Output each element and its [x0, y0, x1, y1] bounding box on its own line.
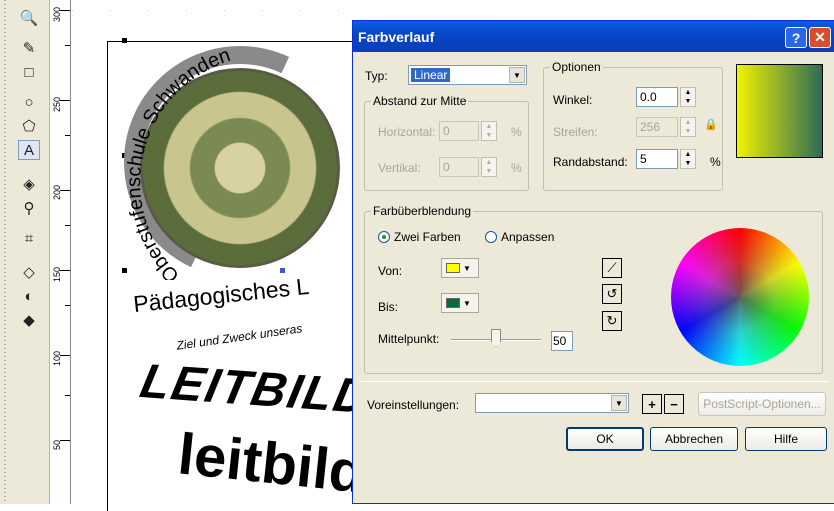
vertical-ruler: 300 250 200 150 100 50 [51, 0, 71, 504]
horizontal-label: Horizontal: [378, 125, 436, 139]
cancel-button[interactable]: Abbrechen [650, 427, 738, 451]
horizontal-field[interactable]: 0 [439, 121, 479, 141]
typ-label: Typ: [365, 69, 388, 83]
logo-arc-text: Oberstufenschule Schwanden [123, 44, 233, 280]
optionen-group-title: Optionen [550, 60, 603, 74]
von-color-picker[interactable]: ▼ [441, 258, 479, 278]
typ-select[interactable]: Linear ▼ [408, 65, 527, 85]
abstand-group: Abstand zur Mitte [364, 94, 529, 191]
toolbox: 🔍 ✎ □ ○ ⬠ A ◈ ⚲ ⌗ ◇ ◐ ◆ [0, 0, 50, 504]
presets-select[interactable]: ▼ [475, 393, 629, 413]
vertikal-percent: % [511, 161, 522, 175]
bucket-tool-icon[interactable]: ◆ [18, 310, 40, 330]
ruler-label: 200 [52, 184, 62, 200]
ellipse-tool-icon[interactable]: ○ [18, 92, 40, 112]
ok-button[interactable]: OK [566, 427, 644, 451]
rand-spinner[interactable]: ▲ ▼ [680, 149, 696, 169]
winkel-spinner[interactable]: ▲ ▼ [680, 87, 696, 107]
add-preset-button[interactable]: + [642, 394, 662, 414]
rand-label: Randabstand: [553, 155, 628, 169]
two-colors-radio[interactable] [378, 231, 390, 243]
color-wheel[interactable] [671, 228, 809, 366]
vertikal-spinner[interactable]: ▲ ▼ [481, 157, 497, 177]
blend-group-title: Farbüberblendung [371, 204, 474, 218]
winkel-label: Winkel: [553, 93, 593, 107]
rand-field[interactable]: 5 [636, 149, 678, 169]
ruler-label: 150 [52, 266, 62, 282]
bis-color-picker[interactable]: ▼ [441, 293, 479, 313]
rand-percent: % [710, 155, 721, 169]
rectangle-tool-icon[interactable]: □ [18, 62, 40, 82]
help-icon[interactable]: ? [785, 27, 807, 48]
fill-tool-icon[interactable]: ◇ [18, 262, 40, 282]
lock-icon[interactable]: 🔒 [704, 118, 718, 131]
chevron-down-icon[interactable]: ▼ [611, 395, 627, 411]
dialog-titlebar[interactable]: Farbverlauf ? ✕ [353, 21, 834, 52]
postscript-options-button[interactable]: PostScript-Optionen... [698, 392, 826, 416]
vertikal-field[interactable]: 0 [439, 157, 479, 177]
streifen-spinner[interactable]: ▲ ▼ [680, 117, 696, 137]
streifen-label: Streifen: [553, 125, 598, 139]
ruler-label: 250 [52, 96, 62, 112]
gradient-preview[interactable] [736, 64, 823, 158]
presets-value [478, 396, 484, 410]
ruler-label: 300 [52, 6, 62, 22]
winkel-field[interactable]: 0.0 [636, 87, 678, 107]
mittelpunkt-label: Mittelpunkt: [378, 332, 440, 346]
ruler-label: 50 [52, 439, 62, 450]
chevron-down-icon[interactable]: ▼ [509, 67, 525, 83]
interactive-fill-tool-icon[interactable]: ◈ [18, 174, 40, 194]
von-swatch [446, 263, 460, 273]
outline-tool-icon[interactable]: ◐ [18, 286, 40, 306]
typ-value: Linear [411, 68, 451, 82]
chevron-down-icon: ▼ [463, 298, 471, 308]
gradient-fill-dialog: Farbverlauf ? ✕ Typ: Linear ▼ Abstand zu… [352, 20, 834, 504]
separator [359, 381, 829, 382]
ruler-label: 100 [52, 350, 62, 366]
help-button[interactable]: Hilfe [745, 427, 827, 451]
vertikal-label: Vertikal: [378, 161, 421, 175]
grid-dots [72, 10, 352, 11]
bis-label: Bis: [378, 300, 399, 314]
dialog-title: Farbverlauf [358, 29, 435, 45]
svg-text:Oberstufenschule Schwanden: Oberstufenschule Schwanden [123, 44, 233, 280]
presets-label: Voreinstellungen: [367, 398, 460, 412]
close-icon[interactable]: ✕ [809, 27, 831, 48]
logo-arc-textpath: Oberstufenschule Schwanden [123, 44, 233, 280]
counterclockwise-path-icon[interactable]: ↺ [602, 284, 622, 304]
custom-label[interactable]: Anpassen [501, 230, 554, 244]
von-label: Von: [378, 264, 403, 278]
mesh-tool-icon[interactable]: ⌗ [18, 228, 40, 248]
mittelpunkt-field[interactable]: 50 [551, 331, 573, 351]
horizontal-percent: % [511, 125, 522, 139]
text-tool-icon[interactable]: A [18, 140, 40, 160]
custom-radio[interactable] [485, 231, 497, 243]
polygon-tool-icon[interactable]: ⬠ [18, 116, 40, 136]
bis-swatch [446, 298, 460, 308]
clockwise-path-icon[interactable]: ↻ [602, 311, 622, 331]
direct-path-icon[interactable]: ⟋ [602, 258, 622, 278]
zoom-tool-icon[interactable]: 🔍 [18, 8, 40, 28]
abstand-group-title: Abstand zur Mitte [371, 94, 469, 108]
chevron-down-icon: ▼ [463, 263, 471, 273]
two-colors-label[interactable]: Zwei Farben [394, 230, 461, 244]
remove-preset-button[interactable]: − [664, 394, 684, 414]
eyedropper-tool-icon[interactable]: ⚲ [18, 198, 40, 218]
horizontal-spinner[interactable]: ▲ ▼ [481, 121, 497, 141]
streifen-field[interactable]: 256 [636, 117, 678, 137]
freehand-tool-icon[interactable]: ✎ [18, 38, 40, 58]
